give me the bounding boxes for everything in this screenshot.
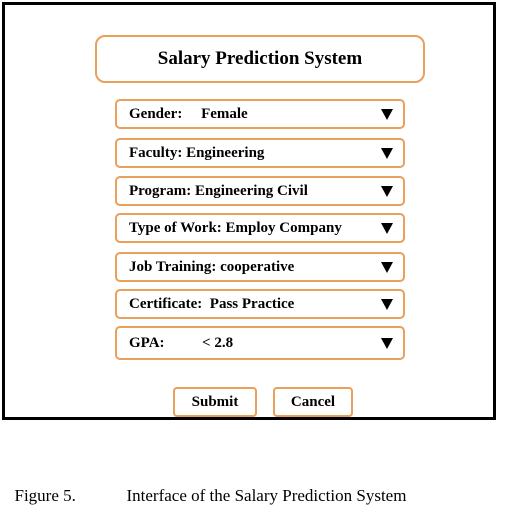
gpa-value: < 2.8 <box>202 334 234 351</box>
submit-button-label: Submit <box>191 393 239 410</box>
gpa-select[interactable]: GPA: < 2.8 <box>115 326 405 360</box>
figure-caption: Figure 5. Interface of the Salary Predict… <box>6 466 407 506</box>
certificate-select[interactable]: Certificate: Pass Practice <box>115 289 405 319</box>
app-title: Salary Prediction System <box>157 48 363 69</box>
chevron-down-icon[interactable] <box>381 337 393 349</box>
gender-select[interactable]: Gender: Female <box>115 99 405 129</box>
job-training-value: cooperative <box>220 258 295 275</box>
certificate-value: Pass Practice <box>209 295 295 312</box>
faculty-value: Engineering <box>186 144 265 161</box>
program-label: Program: <box>129 182 192 199</box>
cancel-button-label: Cancel <box>290 393 336 410</box>
faculty-label: Faculty: <box>129 144 183 161</box>
job-training-label: Job Training: <box>129 258 217 275</box>
certificate-label: Certificate: <box>129 295 203 312</box>
chevron-down-icon[interactable] <box>381 147 393 159</box>
faculty-select[interactable]: Faculty: Engineering <box>115 138 405 168</box>
figure-caption-text: Interface of the Salary Prediction Syste… <box>126 486 407 505</box>
chevron-down-icon[interactable] <box>381 185 393 197</box>
submit-button[interactable]: Submit <box>173 387 257 417</box>
app-window-frame: Salary Prediction System Gender: Female … <box>2 2 496 420</box>
gender-value: Female <box>201 105 248 122</box>
gpa-label: GPA: <box>129 334 165 351</box>
program-select[interactable]: Program: Engineering Civil <box>115 176 405 206</box>
app-title-box: Salary Prediction System <box>95 35 425 83</box>
type-of-work-select[interactable]: Type of Work: Employ Company <box>115 213 405 243</box>
gender-label: Gender: <box>129 105 183 122</box>
chevron-down-icon[interactable] <box>381 222 393 234</box>
cancel-button[interactable]: Cancel <box>273 387 353 417</box>
program-value: Engineering Civil <box>194 182 308 199</box>
type-of-work-label: Type of Work: <box>129 219 222 236</box>
chevron-down-icon[interactable] <box>381 261 393 273</box>
type-of-work-value: Employ Company <box>225 219 342 236</box>
job-training-select[interactable]: Job Training: cooperative <box>115 252 405 282</box>
chevron-down-icon[interactable] <box>381 108 393 120</box>
chevron-down-icon[interactable] <box>381 298 393 310</box>
figure-number: Figure 5. <box>14 486 76 505</box>
